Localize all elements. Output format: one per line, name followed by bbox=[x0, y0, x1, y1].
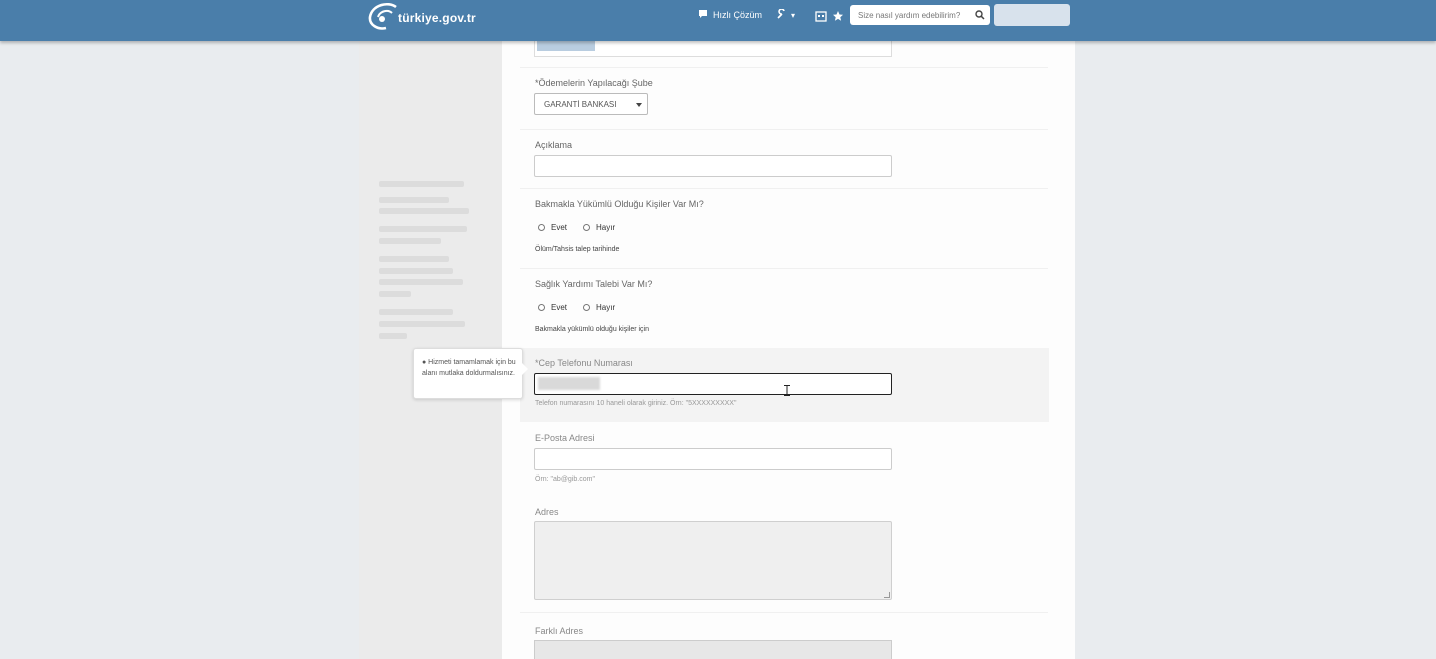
sidebar-item-placeholder[interactable] bbox=[379, 309, 453, 315]
address-label: Adres bbox=[535, 507, 559, 517]
legal-address-label: Farklı Adres bbox=[535, 626, 584, 636]
sidebar-item-placeholder[interactable] bbox=[379, 321, 465, 327]
legal-address-input[interactable] bbox=[534, 640, 892, 659]
health-yes-radio[interactable] bbox=[538, 304, 545, 311]
tooltip-arrow bbox=[522, 363, 528, 375]
chevron-down-icon: ▾ bbox=[791, 10, 796, 20]
search-placeholder: Size nasıl yardım edebilirim? bbox=[858, 10, 961, 20]
description-input[interactable] bbox=[534, 155, 892, 177]
wrench-icon bbox=[776, 8, 786, 21]
login-button[interactable] bbox=[994, 4, 1070, 26]
payment-branch-select[interactable]: GARANTİ BANKASI bbox=[534, 93, 648, 115]
description-label: Açıklama bbox=[535, 140, 573, 150]
email-label: E-Posta Adresi bbox=[535, 433, 595, 443]
sidebar-item-placeholder[interactable] bbox=[379, 333, 407, 339]
payment-branch-label: *Ödemelerin Yapılacağı Şube bbox=[535, 78, 653, 88]
address-textarea[interactable] bbox=[534, 521, 892, 600]
health-yes-label[interactable]: Evet bbox=[551, 303, 567, 312]
payment-branch-value: GARANTİ BANKASI bbox=[544, 100, 617, 109]
dependents-hint: Ölüm/Tahsis talep tarihinde bbox=[535, 246, 620, 253]
divider bbox=[520, 188, 1048, 189]
email-input[interactable] bbox=[534, 448, 892, 470]
logo-text: türkiye.gov.tr bbox=[398, 11, 476, 25]
sidebar-item-placeholder[interactable] bbox=[379, 279, 463, 285]
dependents-yes-radio[interactable] bbox=[538, 224, 545, 231]
sidebar-item-placeholder[interactable] bbox=[379, 197, 449, 203]
dependents-yes-label[interactable]: Evet bbox=[551, 223, 567, 232]
dependents-no-radio[interactable] bbox=[583, 224, 591, 231]
caret-down-icon bbox=[636, 103, 642, 107]
dependents-question: Bakmakla Yükümlü Olduğu Kişiler Var Mı? bbox=[535, 199, 704, 209]
quick-solution-link[interactable]: Hızlı Çözüm bbox=[698, 9, 762, 21]
star-icon[interactable] bbox=[832, 9, 844, 21]
sidebar-item-placeholder[interactable] bbox=[379, 208, 469, 214]
resize-handle-icon[interactable] bbox=[884, 592, 890, 598]
health-no-radio[interactable] bbox=[583, 304, 591, 311]
search-icon[interactable] bbox=[975, 10, 985, 20]
redacted-value bbox=[538, 377, 600, 390]
divider bbox=[520, 67, 1048, 68]
mobile-hint: Telefon numarasını 10 haneli olarak giri… bbox=[535, 400, 737, 407]
mobile-phone-input[interactable] bbox=[534, 373, 892, 395]
sidebar-item-placeholder[interactable] bbox=[379, 256, 449, 262]
health-radio-group: Evet Hayır bbox=[538, 303, 631, 312]
sidebar-item-placeholder[interactable] bbox=[379, 291, 411, 297]
sidebar-item-placeholder[interactable] bbox=[379, 268, 453, 274]
divider bbox=[520, 612, 1048, 613]
calendar-icon[interactable] bbox=[815, 9, 827, 22]
previous-field-input[interactable] bbox=[534, 41, 892, 57]
tooltip-text: ● Hizmeti tamamlamak için bu alanı mutla… bbox=[422, 359, 516, 377]
divider bbox=[520, 129, 1048, 130]
mobile-label: *Cep Telefonu Numarası bbox=[535, 358, 633, 368]
dependents-radio-group: Evet Hayır bbox=[538, 223, 631, 232]
sidebar-item-placeholder[interactable] bbox=[379, 181, 464, 187]
quick-solution-label: Hızlı Çözüm bbox=[713, 10, 763, 20]
site-logo[interactable]: türkiye.gov.tr bbox=[366, 2, 476, 33]
tools-menu[interactable]: ▾ bbox=[776, 8, 796, 21]
health-no-label[interactable]: Hayır bbox=[596, 303, 615, 312]
redacted-value bbox=[537, 41, 595, 51]
sidebar-item-placeholder[interactable] bbox=[379, 226, 467, 232]
required-field-tooltip: ● Hizmeti tamamlamak için bu alanı mutla… bbox=[413, 348, 528, 399]
email-hint: Örn: "ab@gib.com" bbox=[535, 476, 595, 483]
chat-icon bbox=[698, 9, 708, 21]
health-question: Sağlık Yardımı Talebi Var Mı? bbox=[535, 279, 653, 289]
health-hint: Bakmakla yükümlü olduğu kişiler için bbox=[535, 326, 649, 333]
dependents-no-label[interactable]: Hayır bbox=[596, 223, 615, 232]
sidebar-item-placeholder[interactable] bbox=[379, 238, 441, 244]
top-navigation-bar: türkiye.gov.tr Hızlı Çözüm ▾ Size nasıl … bbox=[0, 0, 1436, 41]
text-cursor-icon bbox=[784, 383, 790, 396]
divider bbox=[520, 268, 1048, 269]
search-input[interactable]: Size nasıl yardım edebilirim? bbox=[850, 5, 990, 25]
